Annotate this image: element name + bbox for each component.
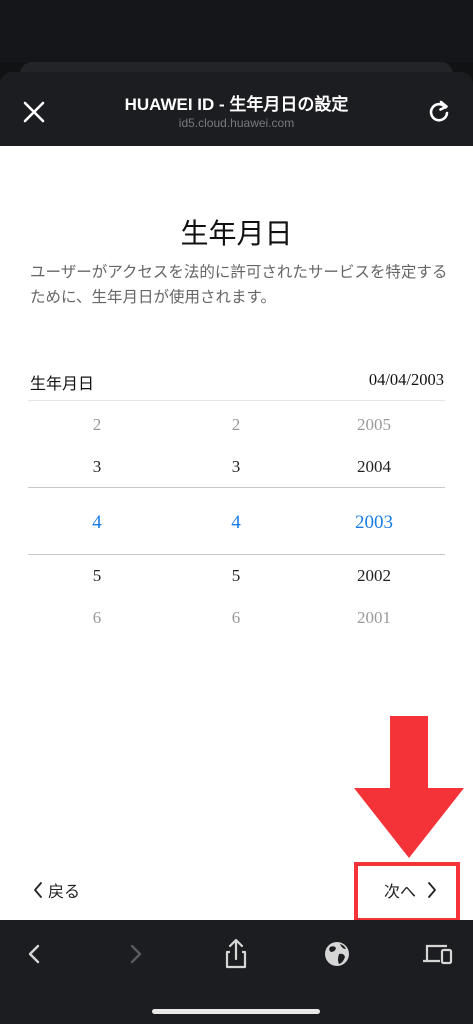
month-option[interactable]: 3 — [37, 457, 157, 477]
globe-button[interactable] — [317, 934, 357, 974]
dob-value: 04/04/2003 — [368, 370, 444, 389]
down-arrow-icon — [354, 716, 464, 858]
reload-button[interactable] — [423, 96, 455, 128]
back-label: 戻る — [48, 882, 81, 901]
browser-header: HUAWEI ID - 生年月日の設定 id5.cloud.huawei.com — [0, 72, 473, 146]
year-selected[interactable]: 2003 — [314, 512, 434, 534]
header-url: id5.cloud.huawei.com — [178, 116, 295, 130]
month-selected[interactable]: 4 — [37, 512, 157, 534]
devices-button[interactable] — [417, 934, 457, 974]
share-icon — [225, 938, 247, 969]
year-option[interactable]: 2004 — [314, 457, 434, 477]
close-button[interactable] — [18, 96, 50, 128]
toolbar-forward-button[interactable] — [116, 934, 156, 974]
day-option[interactable]: 6 — [176, 608, 296, 628]
month-option[interactable]: 6 — [37, 608, 157, 628]
chevron-left-icon — [34, 882, 42, 898]
next-highlight-box — [354, 862, 460, 922]
day-option[interactable]: 2 — [176, 415, 296, 435]
dob-label: 生年月日 — [30, 374, 95, 393]
day-option[interactable]: 5 — [176, 566, 296, 586]
month-option[interactable]: 5 — [37, 566, 157, 586]
header-title: HUAWEI ID - 生年月日の設定 — [124, 95, 349, 114]
day-wheel[interactable]: 2 3 4 5 6 — [176, 402, 296, 652]
year-option[interactable]: 2005 — [314, 415, 434, 435]
back-button[interactable]: 戻る — [32, 878, 80, 902]
status-bar-area — [0, 0, 473, 62]
day-selected[interactable]: 4 — [176, 512, 296, 534]
page-content: 生年月日 ユーザーがアクセスを法的に許可されたサービスを特定するために、生年月日… — [0, 146, 473, 922]
date-picker[interactable]: 2 3 4 5 6 2 3 4 5 6 2005 2004 2003 2002 … — [28, 402, 445, 652]
day-option[interactable]: 3 — [176, 457, 296, 477]
devices-icon — [423, 944, 453, 965]
toolbar-back-button[interactable] — [14, 934, 54, 974]
globe-icon — [325, 942, 349, 966]
year-option[interactable]: 2002 — [314, 566, 434, 586]
close-icon — [23, 101, 45, 123]
forward-icon — [130, 944, 142, 964]
reload-icon — [429, 100, 449, 122]
divider — [28, 400, 445, 401]
page-title: 生年月日 — [180, 217, 293, 250]
page-description: ユーザーがアクセスを法的に許可されたサービスを特定するために、生年月日が使用され… — [30, 263, 448, 306]
year-option[interactable]: 2001 — [314, 608, 434, 628]
share-button[interactable] — [216, 934, 256, 974]
month-wheel[interactable]: 2 3 4 5 6 — [37, 402, 157, 652]
month-option[interactable]: 2 — [37, 415, 157, 435]
browser-toolbar — [0, 920, 473, 1024]
back-icon — [28, 944, 40, 964]
home-indicator — [152, 1009, 320, 1014]
year-wheel[interactable]: 2005 2004 2003 2002 2001 — [314, 402, 434, 652]
